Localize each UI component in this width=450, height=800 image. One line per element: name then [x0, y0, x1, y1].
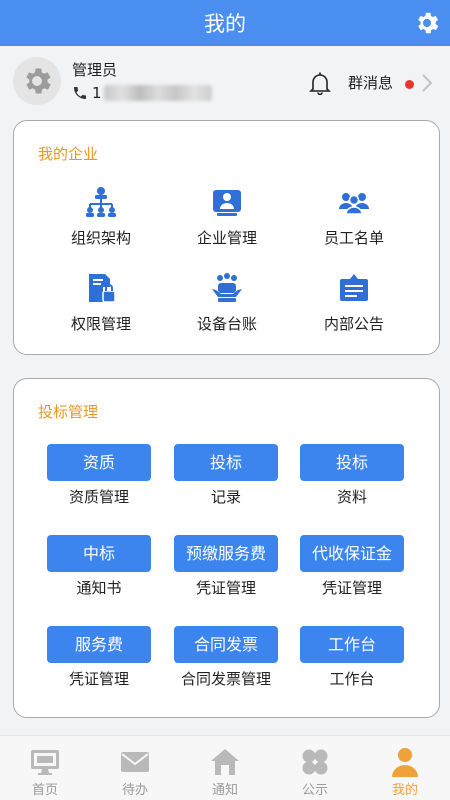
bid-button[interactable]: 服务费	[47, 626, 151, 663]
bid-item-qualification[interactable]: 资质 资质管理	[47, 444, 151, 507]
profile-row: 管理员 1 群消息	[0, 46, 450, 116]
org-structure-item[interactable]: 组织架构	[31, 185, 171, 248]
tab-label: 公示	[301, 783, 328, 798]
tab-todo[interactable]: 待办	[90, 736, 180, 800]
monitor-icon	[31, 750, 59, 775]
bid-button[interactable]: 资质	[47, 444, 151, 481]
bid-button[interactable]: 代收保证金	[300, 535, 404, 572]
item-label: 权限管理	[70, 315, 131, 333]
permission-item[interactable]: 权限管理	[31, 271, 171, 334]
notice-board-icon	[340, 274, 368, 301]
tab-label: 我的	[391, 783, 418, 798]
bid-caption: 凭证管理	[195, 579, 256, 597]
user-icon	[392, 748, 418, 777]
bell-icon[interactable]	[309, 71, 331, 95]
bidding-title: 投标管理	[38, 403, 99, 421]
chevron-right-icon[interactable]	[421, 73, 433, 93]
page-title: 我的	[204, 12, 246, 36]
bid-button[interactable]: 工作台	[300, 626, 404, 663]
phone-row: 1	[72, 84, 212, 102]
bid-button[interactable]: 预缴服务费	[174, 535, 278, 572]
bid-caption: 资质管理	[68, 488, 129, 506]
phone-number: 1	[92, 84, 102, 102]
org-structure-icon	[86, 187, 116, 217]
item-label: 企业管理	[196, 229, 257, 247]
device-ledger-item[interactable]: 设备台账	[157, 271, 297, 334]
bid-button[interactable]: 合同发票	[174, 626, 278, 663]
internal-notice-item[interactable]: 内部公告	[284, 271, 424, 334]
gear-icon[interactable]	[413, 9, 441, 37]
bid-item-award-notice[interactable]: 中标 通知书	[47, 535, 151, 598]
bid-item-prepaid-fee[interactable]: 预缴服务费 凭证管理	[174, 535, 278, 598]
apps-icon	[302, 749, 328, 775]
device-icon	[212, 273, 242, 302]
bid-button[interactable]: 投标	[174, 444, 278, 481]
bid-caption: 凭证管理	[321, 579, 382, 597]
item-label: 组织架构	[70, 229, 131, 247]
avatar-gear-icon	[26, 68, 51, 94]
staff-list-item[interactable]: 员工名单	[284, 185, 424, 248]
bid-item-materials[interactable]: 投标 资料	[300, 444, 404, 507]
group-message-link[interactable]: 群消息	[348, 72, 393, 93]
tab-mine[interactable]: 我的	[360, 736, 450, 800]
bid-item-contract-invoice[interactable]: 合同发票 合同发票管理	[174, 626, 278, 689]
item-label: 设备台账	[196, 315, 257, 333]
bid-caption: 记录	[210, 488, 241, 506]
bid-item-service-fee[interactable]: 服务费 凭证管理	[47, 626, 151, 689]
home-icon	[211, 749, 239, 775]
avatar[interactable]	[13, 57, 61, 105]
tab-label: 待办	[121, 783, 148, 798]
tab-public[interactable]: 公示	[270, 736, 360, 800]
bid-caption: 通知书	[76, 579, 122, 597]
item-label: 内部公告	[323, 315, 384, 333]
bid-item-workbench[interactable]: 工作台 工作台	[300, 626, 404, 689]
enterprise-title: 我的企业	[38, 145, 99, 163]
bid-button[interactable]: 中标	[47, 535, 151, 572]
bid-caption: 合同发票管理	[180, 670, 271, 688]
staff-icon	[339, 193, 369, 215]
enterprise-manage-item[interactable]: 企业管理	[157, 185, 297, 248]
bid-item-record[interactable]: 投标 记录	[174, 444, 278, 507]
bottom-tab-bar: 首页 待办 通知 公示 我的	[0, 735, 450, 800]
header-bar: 我的	[0, 0, 450, 46]
tab-home[interactable]: 首页	[0, 736, 90, 800]
enterprise-icon	[213, 190, 241, 216]
bidding-card: 投标管理 资质 资质管理 投标 记录 投标 资料 中标 通知书 预缴服务费 凭证…	[13, 378, 440, 718]
tab-label: 首页	[31, 783, 58, 798]
bid-item-deposit[interactable]: 代收保证金 凭证管理	[300, 535, 404, 598]
tab-notice[interactable]: 通知	[180, 736, 270, 800]
unread-dot	[405, 80, 414, 89]
permission-icon	[89, 274, 116, 303]
tab-label: 通知	[211, 783, 238, 798]
bid-caption: 工作台	[329, 670, 375, 688]
mail-icon	[121, 752, 149, 772]
enterprise-card: 我的企业 组织架构 企业管理 员工名单 权限管理 设备台账 内部公告	[13, 120, 440, 355]
phone-number-masked	[103, 85, 212, 101]
bid-caption: 资料	[336, 488, 367, 506]
phone-icon	[74, 87, 86, 99]
user-name: 管理员	[72, 61, 118, 79]
bid-button[interactable]: 投标	[300, 444, 404, 481]
item-label: 员工名单	[323, 229, 384, 247]
bid-caption: 凭证管理	[68, 670, 129, 688]
